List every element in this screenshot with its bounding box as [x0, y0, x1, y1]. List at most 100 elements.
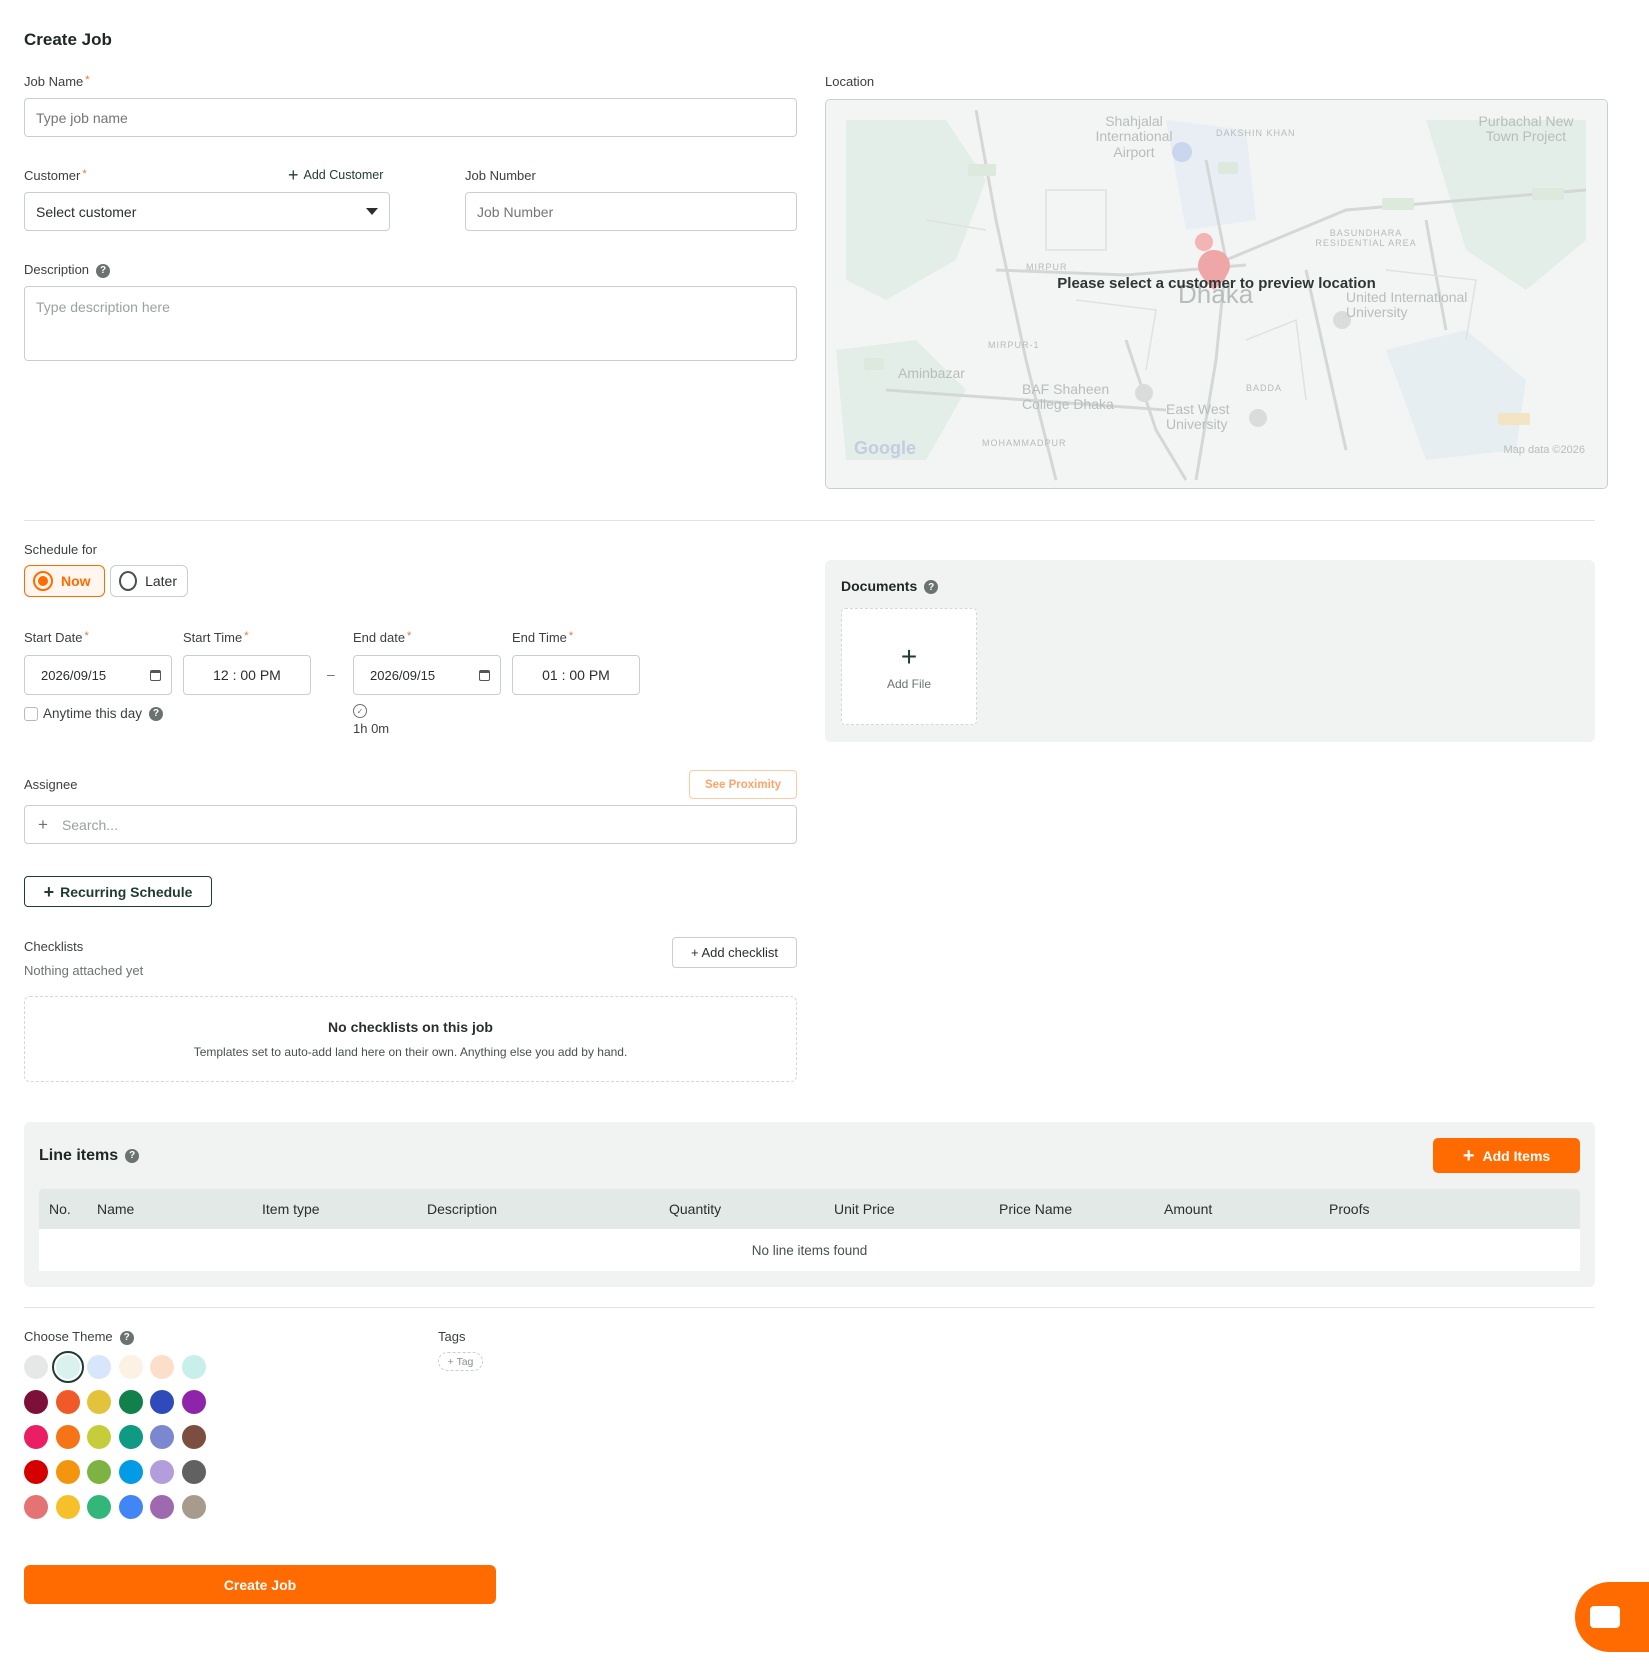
plus-icon: +: [288, 165, 299, 185]
theme-color-swatch[interactable]: [51, 1351, 84, 1383]
add-customer-button[interactable]: + Add Customer: [288, 166, 383, 184]
schedule-label: Schedule for: [24, 542, 97, 557]
checklists-empty-text: Templates set to auto-add land here on t…: [193, 1045, 628, 1059]
map-message: Please select a customer to preview loca…: [1057, 275, 1376, 292]
end-time-label: End Time *: [512, 630, 574, 645]
start-date-input[interactable]: 2026/09/15: [24, 655, 172, 695]
end-date-input[interactable]: 2026/09/15: [353, 655, 501, 695]
radio-empty-icon: [119, 571, 138, 591]
theme-color-swatch[interactable]: [24, 1495, 48, 1519]
theme-color-swatch[interactable]: [150, 1355, 174, 1379]
theme-color-swatch[interactable]: [87, 1460, 111, 1484]
help-icon: ?: [149, 706, 164, 721]
theme-color-swatch[interactable]: [118, 1390, 143, 1414]
theme-color-swatch[interactable]: [181, 1390, 206, 1414]
tags-label: Tags: [438, 1329, 466, 1344]
chat-widget-button[interactable]: [1575, 1582, 1649, 1652]
checklists-label: Checklists: [24, 939, 84, 954]
radio-selected-icon: [33, 571, 53, 591]
location-map[interactable]: Shahjalal International Airport DAKSHIN …: [825, 99, 1608, 489]
column-header: Name: [97, 1201, 135, 1217]
job-number-label: Job Number: [465, 168, 536, 183]
checklists-empty-box: No checklists on this job Templates set …: [24, 996, 797, 1082]
theme-color-swatch[interactable]: [150, 1495, 174, 1519]
page-title: Create Job: [24, 30, 112, 49]
map-label-baf: BAF Shaheen College Dhaka: [1022, 381, 1114, 413]
anytime-checkbox-row[interactable]: Anytime this day ?: [24, 706, 164, 721]
theme-swatches: [24, 1351, 214, 1530]
plus-icon: +: [1462, 1144, 1475, 1167]
theme-color-swatch[interactable]: [150, 1425, 174, 1449]
column-header: Description: [427, 1201, 498, 1217]
calendar-icon: [479, 669, 490, 681]
add-file-button[interactable]: + Add File: [841, 608, 977, 725]
theme-color-swatch[interactable]: [118, 1460, 143, 1484]
schedule-later-radio[interactable]: Later: [110, 565, 188, 597]
column-header: No.: [49, 1201, 71, 1217]
assignee-search-input[interactable]: + Search...: [24, 805, 797, 844]
help-icon: ?: [119, 1330, 134, 1345]
start-time-label: Start Time *: [183, 630, 249, 645]
theme-color-swatch[interactable]: [24, 1460, 48, 1484]
theme-color-swatch[interactable]: [87, 1425, 111, 1449]
theme-color-swatch[interactable]: [118, 1355, 143, 1379]
assignee-label: Assignee: [24, 777, 78, 792]
schedule-now-radio[interactable]: Now: [24, 565, 105, 597]
description-textarea[interactable]: Type description here: [24, 286, 797, 361]
documents-panel: Documents? + Add File: [825, 560, 1595, 742]
add-checklist-button[interactable]: + Add checklist: [672, 937, 797, 968]
location-label: Location: [825, 74, 875, 89]
theme-color-swatch[interactable]: [118, 1495, 143, 1519]
create-job-button[interactable]: Create Job: [24, 1565, 496, 1604]
plus-icon: +: [38, 814, 48, 834]
line-items-panel: Line items? + Add Items No. Name Item ty…: [24, 1122, 1595, 1287]
theme-color-swatch[interactable]: [24, 1355, 48, 1379]
job-name-input[interactable]: [24, 98, 797, 137]
job-name-label: Job Name *: [24, 74, 90, 89]
documents-title: Documents?: [841, 578, 939, 595]
end-date-label: End date *: [353, 630, 412, 645]
help-icon: ?: [125, 1148, 140, 1163]
duration-text: 1h 0m: [353, 721, 390, 736]
theme-color-swatch[interactable]: [118, 1425, 143, 1449]
start-date-label: Start Date *: [24, 630, 89, 645]
line-items-title: Line items?: [39, 1147, 140, 1165]
theme-color-swatch[interactable]: [24, 1390, 48, 1414]
see-proximity-button[interactable]: See Proximity: [689, 770, 797, 799]
end-time-input[interactable]: 01 : 00 PM: [512, 655, 640, 695]
theme-color-swatch[interactable]: [181, 1495, 206, 1519]
map-label-badda: BADDA: [1246, 383, 1283, 393]
theme-color-swatch[interactable]: [181, 1355, 206, 1379]
help-icon: ?: [924, 580, 939, 595]
theme-color-swatch[interactable]: [150, 1390, 174, 1414]
column-header: Item type: [262, 1201, 320, 1217]
section-divider: [24, 1307, 1595, 1308]
theme-color-swatch[interactable]: [24, 1425, 48, 1449]
theme-color-swatch[interactable]: [55, 1425, 80, 1449]
line-items-header: No. Name Item type Description Quantity …: [39, 1189, 1580, 1229]
column-header: Amount: [1164, 1201, 1213, 1217]
job-number-input[interactable]: [465, 192, 797, 231]
add-items-button[interactable]: + Add Items: [1433, 1138, 1580, 1173]
section-divider: [24, 520, 1595, 521]
theme-color-swatch[interactable]: [87, 1390, 111, 1414]
line-items-empty: No line items found: [39, 1229, 1580, 1271]
theme-color-swatch[interactable]: [181, 1460, 206, 1484]
checkbox[interactable]: [24, 706, 38, 721]
checklists-subtext: Nothing attached yet: [24, 963, 144, 978]
theme-color-swatch[interactable]: [55, 1460, 80, 1484]
theme-color-swatch[interactable]: [150, 1460, 174, 1484]
theme-color-swatch[interactable]: [55, 1495, 80, 1519]
start-time-input[interactable]: 12 : 00 PM: [183, 655, 311, 695]
theme-color-swatch[interactable]: [87, 1355, 111, 1379]
theme-color-swatch[interactable]: [181, 1425, 206, 1449]
recurring-schedule-button[interactable]: + Recurring Schedule: [24, 876, 212, 907]
customer-select[interactable]: Select customer: [24, 192, 390, 231]
add-tag-button[interactable]: + Tag: [438, 1352, 483, 1371]
theme-color-swatch[interactable]: [87, 1495, 111, 1519]
map-label-airport: Shahjalal International Airport: [1095, 113, 1173, 160]
theme-color-swatch[interactable]: [55, 1390, 80, 1414]
plus-icon: +: [43, 881, 55, 902]
map-label-aminbazar: Aminbazar: [898, 365, 965, 381]
customer-label: Customer *: [24, 168, 87, 183]
